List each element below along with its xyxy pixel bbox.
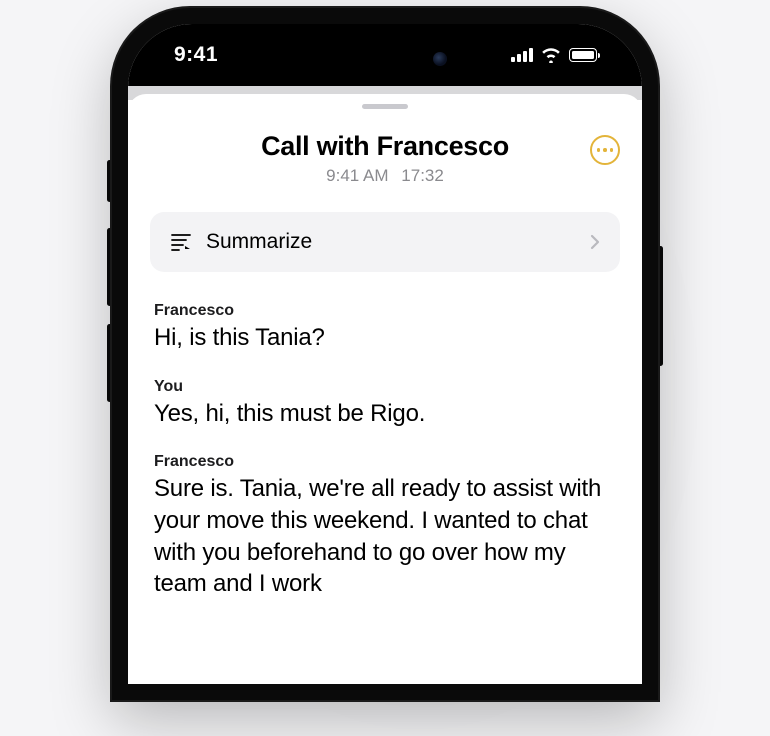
- summarize-label: Summarize: [206, 230, 576, 254]
- phone-device: 9:41: [112, 8, 658, 700]
- transcript-turn: You Yes, hi, this must be Rigo.: [154, 378, 616, 430]
- more-options-button[interactable]: [590, 135, 620, 165]
- utterance-text: Yes, hi, this must be Rigo.: [154, 398, 616, 430]
- summarize-button[interactable]: Summarize: [150, 212, 620, 272]
- summarize-icon: [170, 232, 192, 252]
- status-time: 9:41: [174, 43, 218, 67]
- cellular-icon: [511, 48, 533, 62]
- battery-icon: [569, 48, 601, 62]
- speaker-label: Francesco: [154, 453, 616, 471]
- phone-screen: 9:41: [128, 24, 642, 684]
- wifi-icon: [541, 47, 561, 63]
- call-meta: 9:41 AM 17:32: [152, 166, 618, 186]
- page-title: Call with Francesco: [152, 131, 618, 162]
- utterance-text: Hi, is this Tania?: [154, 322, 616, 354]
- chevron-right-icon: [590, 234, 600, 250]
- ellipsis-icon: [597, 148, 614, 152]
- speaker-label: You: [154, 378, 616, 396]
- dynamic-island: [307, 38, 463, 80]
- power-button: [658, 246, 663, 366]
- call-time: 9:41 AM: [326, 166, 388, 185]
- transcript-sheet: Call with Francesco 9:41 AM 17:32: [128, 94, 642, 600]
- sheet-grabber[interactable]: [362, 104, 408, 109]
- front-camera: [433, 52, 447, 66]
- sheet-header: Call with Francesco 9:41 AM 17:32: [128, 131, 642, 186]
- call-duration: 17:32: [401, 166, 444, 185]
- status-bar: 9:41: [128, 24, 642, 86]
- transcript-body: Francesco Hi, is this Tania? You Yes, hi…: [128, 272, 642, 600]
- transcript-turn: Francesco Sure is. Tania, we're all read…: [154, 453, 616, 600]
- transcript-turn: Francesco Hi, is this Tania?: [154, 302, 616, 354]
- utterance-text: Sure is. Tania, we're all ready to assis…: [154, 473, 616, 600]
- speaker-label: Francesco: [154, 302, 616, 320]
